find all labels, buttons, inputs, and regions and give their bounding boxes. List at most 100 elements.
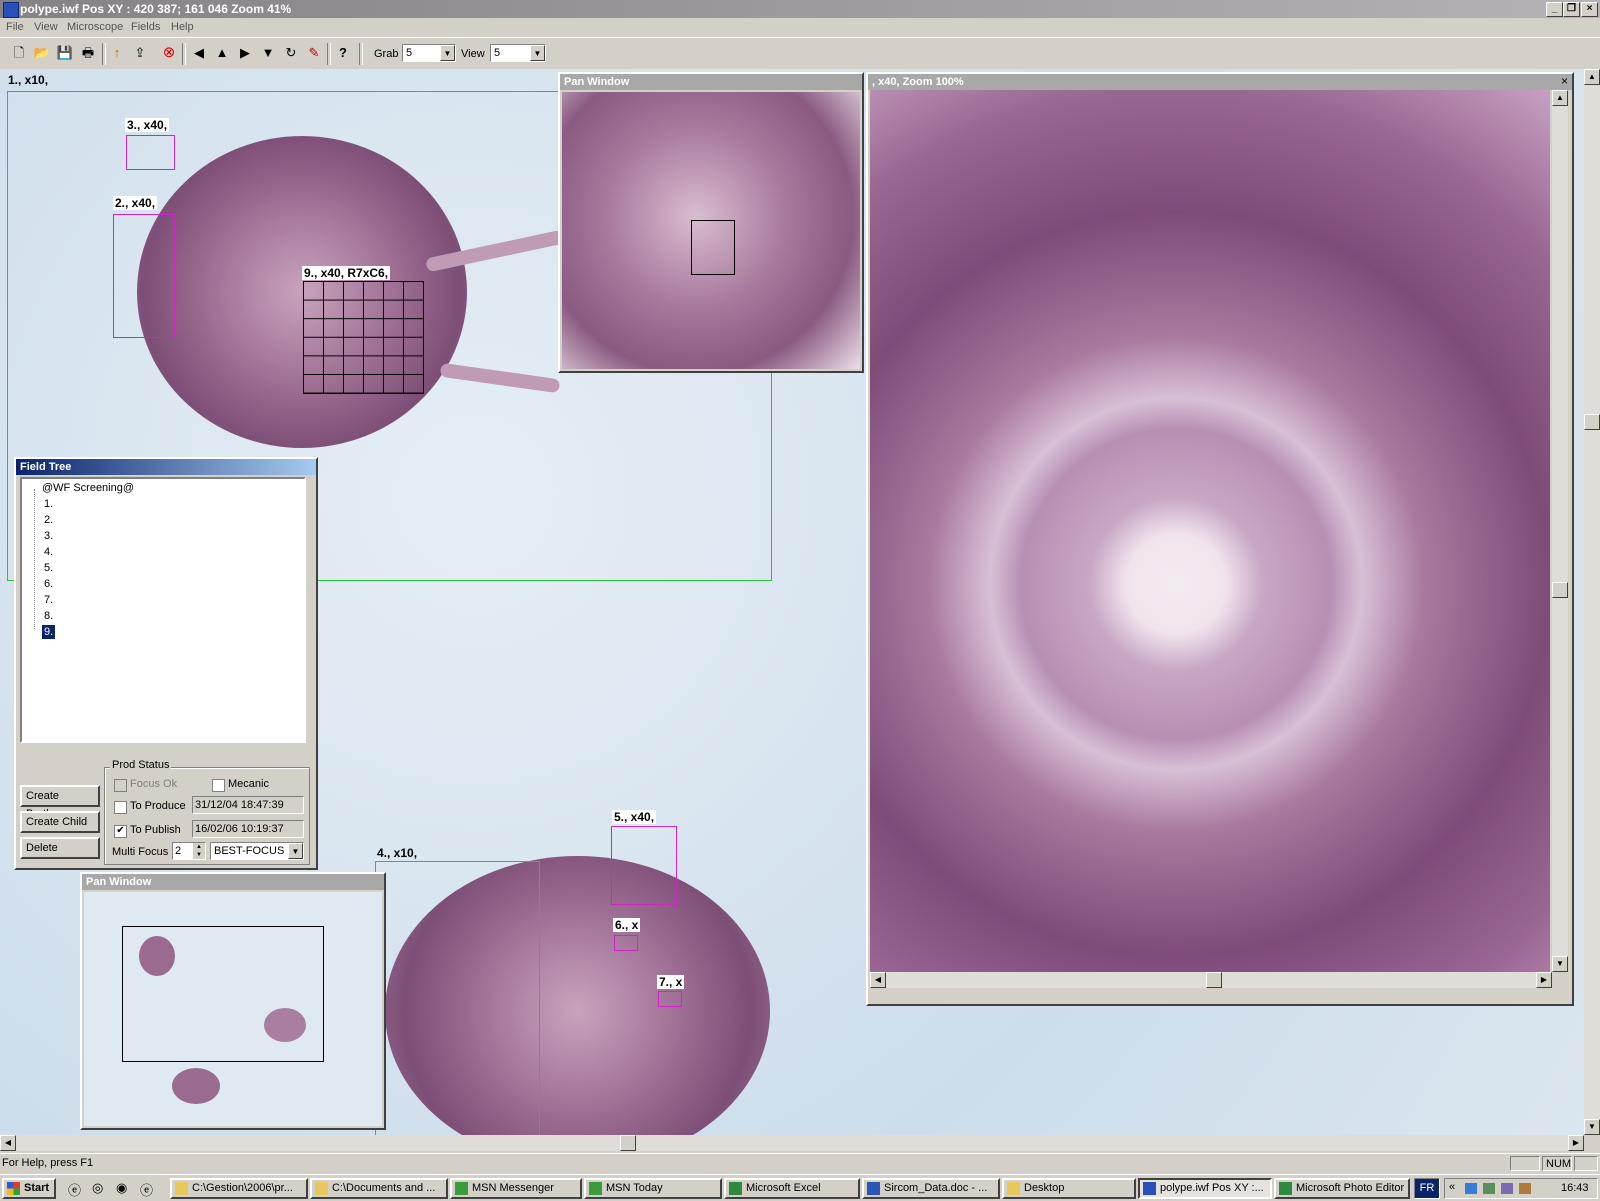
delete-button[interactable]: Delete — [20, 837, 100, 859]
pan-viewport-box[interactable] — [122, 926, 324, 1062]
focus-icon[interactable]: ▲ — [213, 44, 231, 62]
scroll-up-icon[interactable]: ▲ — [1552, 90, 1568, 106]
menu-file[interactable]: File — [6, 21, 24, 33]
scroll-down-icon[interactable]: ▼ — [1584, 1119, 1600, 1135]
filter-icon[interactable]: ▼ — [259, 44, 277, 62]
minimize-button[interactable]: _ — [1546, 2, 1563, 17]
field-tree-title[interactable]: Field Tree — [16, 459, 316, 475]
field-9-grid[interactable] — [303, 281, 424, 394]
grab-select[interactable]: 5 ▼ — [402, 44, 456, 62]
task-polype-viewer[interactable]: polype.iwf Pos XY :... — [1138, 1178, 1272, 1199]
volume-icon[interactable] — [1519, 1183, 1531, 1194]
create-brother-button[interactable]: Create Brother — [20, 785, 100, 820]
task-microsoft-excel[interactable]: Microsoft Excel — [724, 1178, 860, 1199]
spin-arrows-icon[interactable]: ▲ ▼ — [193, 843, 205, 859]
maximize-button[interactable]: ❐ — [1563, 2, 1580, 17]
field-4-region[interactable] — [375, 861, 540, 1135]
close-button[interactable]: × — [1581, 2, 1598, 17]
pan-window-bottom-title[interactable]: Pan Window — [82, 874, 384, 890]
language-indicator[interactable]: FR — [1414, 1178, 1440, 1199]
tree-item[interactable]: 1. — [44, 497, 53, 511]
workspace-horizontal-scrollbar[interactable]: ◀ ▶ — [0, 1135, 1584, 1151]
save-icon[interactable]: 💾 — [56, 44, 74, 62]
start-button[interactable]: Start — [2, 1178, 56, 1199]
to-publish-checkbox[interactable]: ✔ — [114, 825, 127, 838]
scroll-up-icon[interactable]: ▲ — [1584, 69, 1600, 85]
task-msn-messenger[interactable]: MSN Messenger — [450, 1178, 582, 1199]
pan-window-top[interactable]: Pan Window — [558, 72, 864, 373]
scroll-right-icon[interactable]: ▶ — [1568, 1135, 1584, 1151]
chevron-down-icon[interactable]: ▼ — [288, 843, 303, 859]
browser-icon[interactable]: ⓔ — [140, 1180, 153, 1199]
network-icon[interactable] — [1465, 1183, 1477, 1194]
right-arrow-icon[interactable]: ▶ — [236, 44, 254, 62]
tray-app-icon[interactable] — [1501, 1183, 1513, 1194]
close-icon[interactable]: × — [1561, 75, 1568, 88]
mecanic-checkbox[interactable] — [212, 779, 225, 792]
to-produce-checkbox[interactable] — [114, 801, 127, 814]
pan-window-top-title[interactable]: Pan Window — [560, 74, 862, 90]
tree-item[interactable]: 7. — [44, 593, 53, 607]
new-icon[interactable]: 🗋 — [10, 44, 28, 62]
chevron-down-icon[interactable]: ▼ — [530, 45, 545, 61]
help-icon[interactable]: ? — [334, 44, 352, 62]
multi-focus-stepper[interactable]: 2 ▲ ▼ — [172, 842, 206, 860]
tree-root[interactable]: @WF Screening@ — [42, 481, 134, 495]
field-6-box[interactable] — [614, 935, 638, 951]
view-select[interactable]: 5 ▼ — [490, 44, 546, 62]
tray-expand-icon[interactable]: « — [1449, 1181, 1455, 1193]
pan-window-bottom[interactable]: Pan Window — [80, 872, 386, 1130]
export-icon[interactable]: ⇪ — [131, 44, 149, 62]
print-icon[interactable]: 🖶 — [79, 44, 97, 62]
tree-item[interactable]: 5. — [44, 561, 53, 575]
arrow-up-icon[interactable]: ↑ — [108, 44, 126, 62]
scroll-left-icon[interactable]: ◀ — [870, 972, 886, 988]
task-desktop[interactable]: Desktop — [1002, 1178, 1136, 1199]
field-3-box[interactable] — [126, 135, 175, 170]
zoom-horizontal-scrollbar[interactable]: ◀ ▶ — [870, 972, 1552, 988]
ie-icon[interactable]: ⓔ — [68, 1180, 81, 1199]
chevron-down-icon[interactable]: ▼ — [440, 45, 455, 61]
scroll-left-icon[interactable]: ◀ — [0, 1135, 16, 1151]
media-player-icon[interactable]: ◉ — [116, 1180, 127, 1196]
scroll-thumb[interactable] — [1552, 582, 1568, 598]
left-arrow-icon[interactable]: ◀ — [190, 44, 208, 62]
scroll-down-icon[interactable]: ▼ — [1552, 956, 1568, 972]
task-documents-folder[interactable]: C:\Documents and ... — [310, 1178, 448, 1199]
focus-mode-select[interactable]: BEST-FOCUS ▼ — [210, 842, 304, 860]
scroll-thumb[interactable] — [1584, 414, 1600, 430]
scroll-right-icon[interactable]: ▶ — [1536, 972, 1552, 988]
tree-item[interactable]: 8. — [44, 609, 53, 623]
field-5-box[interactable] — [611, 826, 677, 905]
tree-item[interactable]: 3. — [44, 529, 53, 543]
pan-viewport-box[interactable] — [691, 220, 735, 275]
scroll-thumb[interactable] — [620, 1135, 636, 1151]
task-msn-today[interactable]: MSN Today — [584, 1178, 722, 1199]
stop-icon[interactable]: ⊗ — [160, 44, 178, 62]
tray-app-icon[interactable] — [1483, 1183, 1495, 1194]
workspace-vertical-scrollbar[interactable]: ▲ ▼ — [1584, 69, 1600, 1135]
field-tree[interactable]: @WF Screening@ 1. 2. 3. 4. 5. 6. 7. 8. 9… — [20, 477, 306, 743]
menu-help[interactable]: Help — [171, 21, 194, 33]
zoom-window-title[interactable]: , x40, Zoom 100% — [868, 74, 1572, 90]
menu-view[interactable]: View — [34, 21, 58, 33]
tree-item[interactable]: 6. — [44, 577, 53, 591]
zoom-image[interactable] — [870, 90, 1550, 972]
outlook-icon[interactable]: ◎ — [92, 1180, 103, 1196]
field-2-box[interactable] — [113, 214, 175, 338]
menu-microscope[interactable]: Microscope — [67, 21, 123, 33]
zoom-window[interactable]: , x40, Zoom 100% × ▲ ▼ ◀ ▶ — [866, 72, 1574, 1006]
zoom-vertical-scrollbar[interactable]: ▲ ▼ — [1552, 90, 1568, 972]
open-icon[interactable]: 📂 — [33, 44, 51, 62]
create-child-button[interactable]: Create Child — [20, 811, 100, 833]
field-7-box[interactable] — [658, 991, 682, 1007]
task-word-document[interactable]: Sircom_Data.doc - ... — [862, 1178, 1000, 1199]
task-photo-editor[interactable]: Microsoft Photo Editor — [1274, 1178, 1410, 1199]
tree-item-selected[interactable]: 9. — [42, 625, 56, 639]
tree-item[interactable]: 4. — [44, 545, 53, 559]
field-tree-panel[interactable]: Field Tree @WF Screening@ 1. 2. 3. 4. 5.… — [14, 457, 318, 870]
tree-item[interactable]: 2. — [44, 513, 53, 527]
menu-fields[interactable]: Fields — [131, 21, 160, 33]
tag-icon[interactable]: ✎ — [305, 44, 323, 62]
scroll-thumb[interactable] — [1206, 972, 1222, 988]
